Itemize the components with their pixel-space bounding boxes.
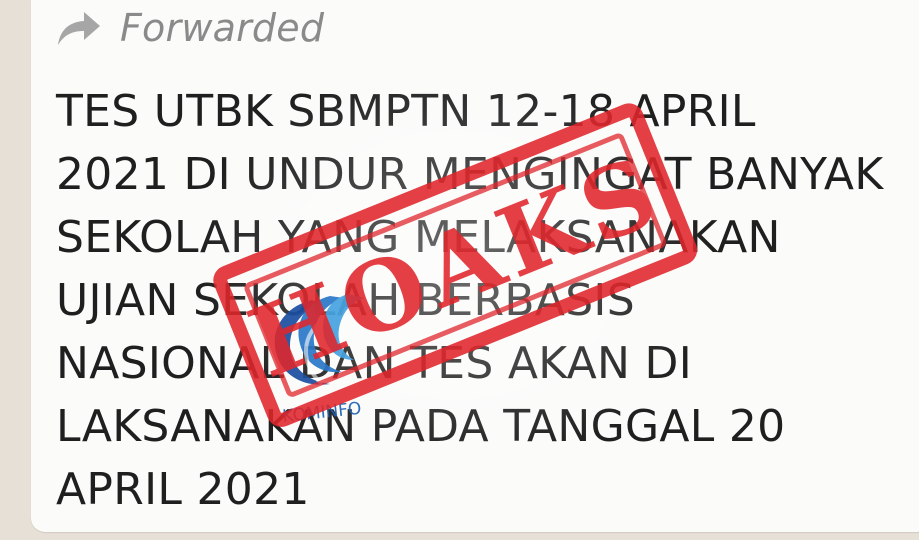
hoaks-stamp-overlay: KOMINFO HOAKS — [195, 55, 715, 475]
